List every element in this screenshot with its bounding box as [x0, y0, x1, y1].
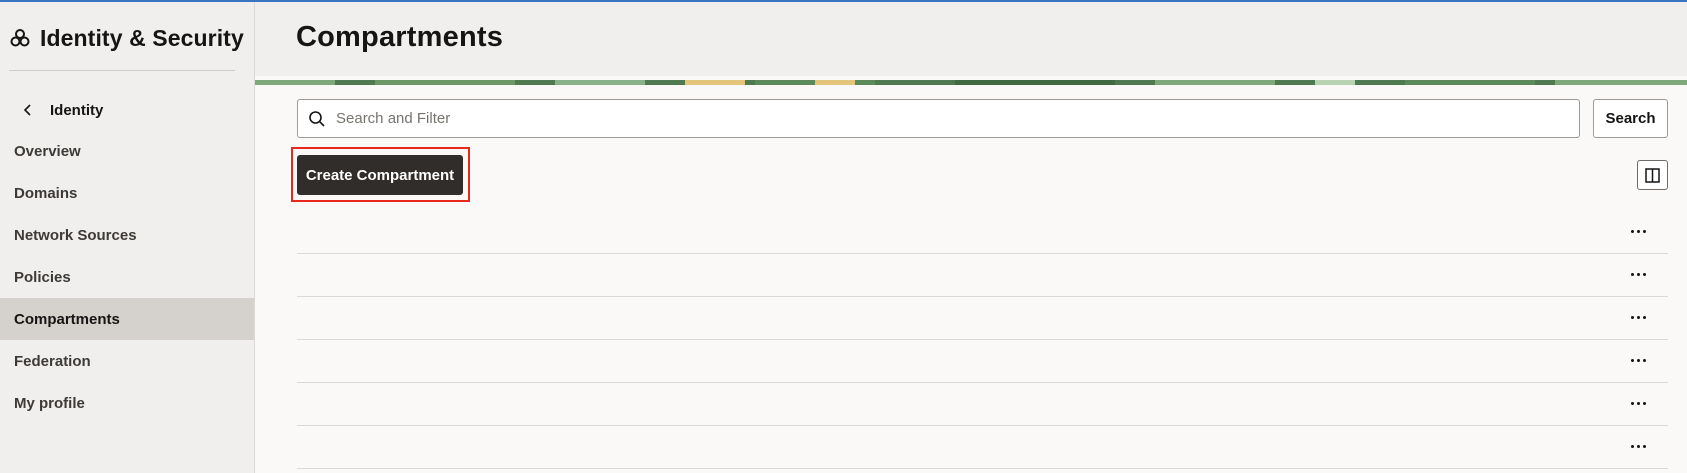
- column-layout-button[interactable]: [1637, 160, 1668, 190]
- sidebar-item-overview[interactable]: Overview: [0, 130, 254, 172]
- back-label: Identity: [50, 101, 104, 119]
- sidebar: Identity & Security Identity Overview Do…: [0, 2, 255, 473]
- table-row: [297, 297, 1668, 340]
- table-row: [297, 211, 1668, 254]
- sidebar-item-network-sources[interactable]: Network Sources: [0, 214, 254, 256]
- back-to-identity-link[interactable]: Identity: [0, 93, 255, 127]
- page-header: Compartments: [255, 2, 1687, 76]
- oci-identity-icon: [10, 29, 30, 47]
- search-icon: [309, 110, 325, 127]
- compartments-table: [297, 211, 1668, 469]
- sidebar-item-compartments[interactable]: Compartments: [0, 298, 254, 340]
- search-input[interactable]: [336, 110, 1556, 127]
- sidebar-nav: Overview Domains Network Sources Policie…: [0, 130, 254, 424]
- create-compartment-button[interactable]: Create Compartment: [297, 155, 463, 195]
- table-row: [297, 383, 1668, 426]
- sidebar-item-federation[interactable]: Federation: [0, 340, 254, 382]
- more-actions-icon[interactable]: [1626, 350, 1650, 370]
- chevron-left-icon: [23, 104, 31, 116]
- search-field: [297, 99, 1580, 138]
- banner-pattern: [255, 80, 1687, 85]
- more-actions-icon[interactable]: [1626, 307, 1650, 327]
- brand: Identity & Security: [10, 20, 244, 56]
- more-actions-icon[interactable]: [1626, 221, 1650, 241]
- table-row: [297, 426, 1668, 469]
- table-row: [297, 254, 1668, 297]
- more-actions-icon[interactable]: [1626, 264, 1650, 284]
- sidebar-item-my-profile[interactable]: My profile: [0, 382, 254, 424]
- more-actions-icon[interactable]: [1626, 436, 1650, 456]
- sidebar-item-domains[interactable]: Domains: [0, 172, 254, 214]
- search-button[interactable]: Search: [1593, 99, 1668, 138]
- brand-title: Identity & Security: [40, 24, 244, 51]
- page-title: Compartments: [296, 21, 504, 53]
- columns-icon: [1645, 167, 1660, 183]
- sidebar-item-policies[interactable]: Policies: [0, 256, 254, 298]
- brand-divider: [9, 70, 235, 71]
- decorative-banner: [255, 76, 1687, 85]
- table-row: [297, 340, 1668, 383]
- more-actions-icon[interactable]: [1626, 393, 1650, 413]
